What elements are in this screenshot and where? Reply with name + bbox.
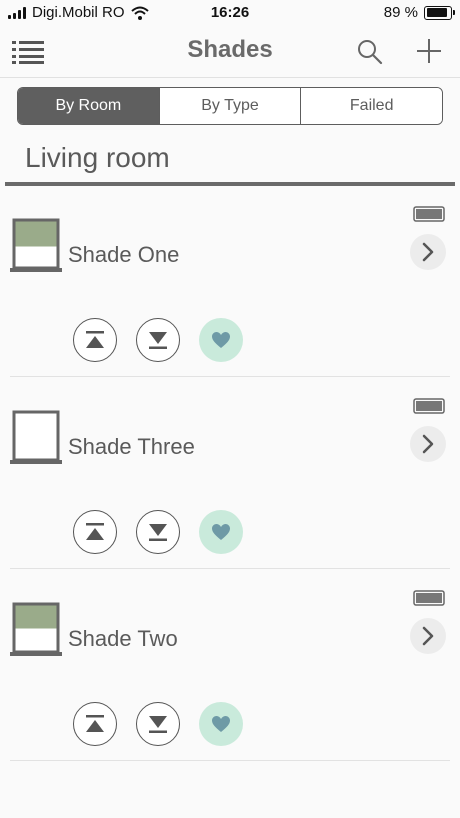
shade-open-button[interactable] xyxy=(73,510,117,554)
card-divider xyxy=(10,760,450,761)
shade-card[interactable]: Shade One xyxy=(0,190,460,382)
shade-name: Shade Two xyxy=(68,626,178,651)
shade-favorite-button[interactable] xyxy=(199,510,243,554)
phone-battery-fill xyxy=(426,8,447,17)
battery-percent: 89 % xyxy=(383,4,418,21)
shade-window-icon xyxy=(10,602,62,656)
shade-close-button[interactable] xyxy=(136,702,180,746)
card-divider xyxy=(10,376,450,377)
chevron-right-icon xyxy=(422,626,434,646)
arrow-down-to-line-icon xyxy=(149,332,167,349)
shade-name: Shade Three xyxy=(68,434,195,459)
search-icon[interactable] xyxy=(356,38,384,66)
room-divider xyxy=(5,182,455,186)
card-divider xyxy=(10,568,450,569)
shade-close-button[interactable] xyxy=(136,510,180,554)
room-title: Living room xyxy=(25,142,170,173)
arrow-up-to-line-icon xyxy=(86,523,104,540)
shade-window-icon xyxy=(10,218,62,272)
device-battery-icon xyxy=(413,590,445,606)
arrow-down-to-line-icon xyxy=(149,716,167,733)
heart-icon xyxy=(212,332,230,348)
chevron-right-icon xyxy=(422,242,434,262)
shade-open-button[interactable] xyxy=(73,318,117,362)
device-battery-icon xyxy=(413,398,445,414)
shade-details-button[interactable] xyxy=(410,426,446,462)
shade-details-button[interactable] xyxy=(410,234,446,270)
arrow-up-to-line-icon xyxy=(86,715,104,732)
shade-card[interactable]: Shade Two xyxy=(0,574,460,766)
heart-icon xyxy=(212,716,230,732)
shade-open-button[interactable] xyxy=(73,702,117,746)
arrow-down-to-line-icon xyxy=(149,524,167,541)
page-title: Shades xyxy=(187,36,273,63)
status-right: 89 % xyxy=(383,4,455,21)
shade-details-button[interactable] xyxy=(410,618,446,654)
heart-icon xyxy=(212,524,230,540)
add-icon[interactable] xyxy=(414,36,444,66)
phone-battery-icon xyxy=(424,5,455,20)
status-bar: Digi.Mobil RO 16:26 89 % xyxy=(0,0,460,26)
tab-failed[interactable]: Failed xyxy=(300,88,442,124)
arrow-up-to-line-icon xyxy=(86,331,104,348)
nav-bar: Shades xyxy=(0,26,460,78)
shade-name: Shade One xyxy=(68,242,180,267)
shade-close-button[interactable] xyxy=(136,318,180,362)
view-segmented-control: By Room By Type Failed xyxy=(17,87,443,125)
tab-by-room[interactable]: By Room xyxy=(18,88,159,124)
tab-by-type[interactable]: By Type xyxy=(158,88,301,124)
shade-window-icon xyxy=(10,410,62,464)
shade-favorite-button[interactable] xyxy=(199,318,243,362)
shade-card[interactable]: Shade Three xyxy=(0,382,460,574)
shade-favorite-button[interactable] xyxy=(199,702,243,746)
chevron-right-icon xyxy=(422,434,434,454)
device-battery-icon xyxy=(413,206,445,222)
